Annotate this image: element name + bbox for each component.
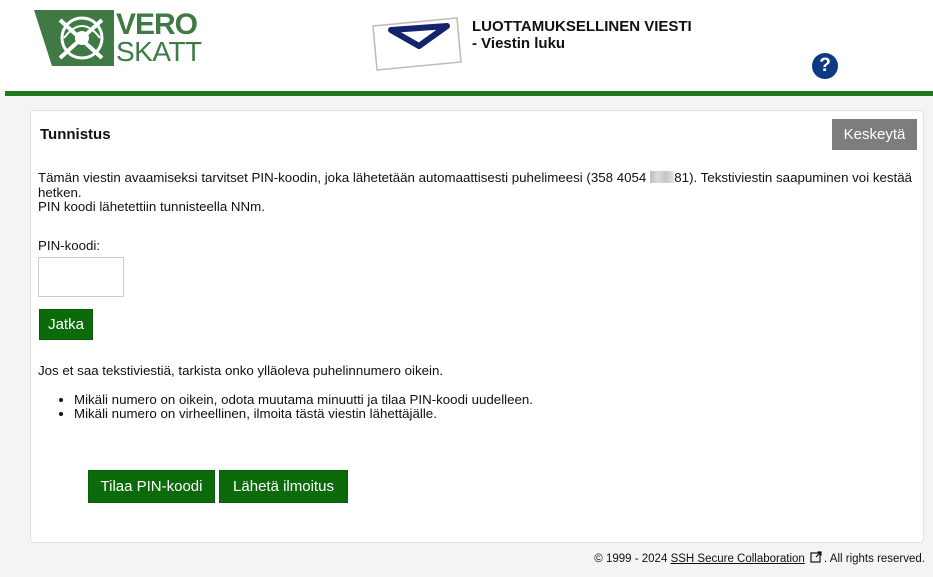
no-sms-help-text: Jos et saa tekstiviestiä, tarkista onko … <box>38 363 444 378</box>
page-title: LUOTTAMUKSELLINEN VIESTI - Viestin luku <box>472 18 692 52</box>
order-pin-button[interactable]: Tilaa PIN-koodi <box>88 470 215 503</box>
footer-rights: . All rights reserved. <box>824 553 925 565</box>
page-title-main: LUOTTAMUKSELLINEN VIESTI <box>472 18 692 35</box>
footer-copyright: © 1999 - 2024 <box>594 553 668 565</box>
vero-skatt-logo: VERO SKATT <box>30 8 202 66</box>
external-link-icon <box>810 551 822 563</box>
tax-administration-emblem-icon <box>34 10 114 66</box>
pin-code-input[interactable] <box>38 257 124 297</box>
header: VERO SKATT LUOTTAMUKSELLINEN VIESTI - Vi… <box>0 0 933 91</box>
pin-info-part1: Tämän viestin avaamiseksi tarvitset PIN-… <box>38 170 647 185</box>
continue-button[interactable]: Jatka <box>39 309 93 340</box>
ssh-secure-collaboration-link[interactable]: SSH Secure Collaboration <box>671 553 805 565</box>
footer: © 1999 - 2024 SSH Secure Collaboration .… <box>594 551 925 565</box>
card-title: Tunnistus <box>40 126 111 143</box>
send-notice-button[interactable]: Lähetä ilmoitus <box>219 470 348 503</box>
page-title-sub: - Viestin luku <box>472 35 566 52</box>
logo-skatt-text: SKATT <box>116 36 202 67</box>
envelope-icon <box>372 17 462 71</box>
help-bullet-item: Mikäli numero on oikein, odota muutama m… <box>74 393 533 407</box>
help-bullet-list: Mikäli numero on oikein, odota muutama m… <box>38 393 533 421</box>
identification-card: Tunnistus Keskeytä Tämän viestin avaamis… <box>30 110 924 543</box>
help-bullet-item: Mikäli numero on virheellinen, ilmoita t… <box>74 407 533 421</box>
pin-sent-info: PIN koodi lähetettiin tunnisteella NNm. <box>38 199 265 214</box>
pin-code-label: PIN-koodi: <box>38 238 101 253</box>
cancel-button[interactable]: Keskeytä <box>832 119 917 150</box>
header-divider <box>5 91 933 96</box>
help-icon[interactable]: ? <box>812 53 838 79</box>
pin-info-text: Tämän viestin avaamiseksi tarvitset PIN-… <box>38 170 918 215</box>
masked-phone-digits <box>650 171 675 183</box>
